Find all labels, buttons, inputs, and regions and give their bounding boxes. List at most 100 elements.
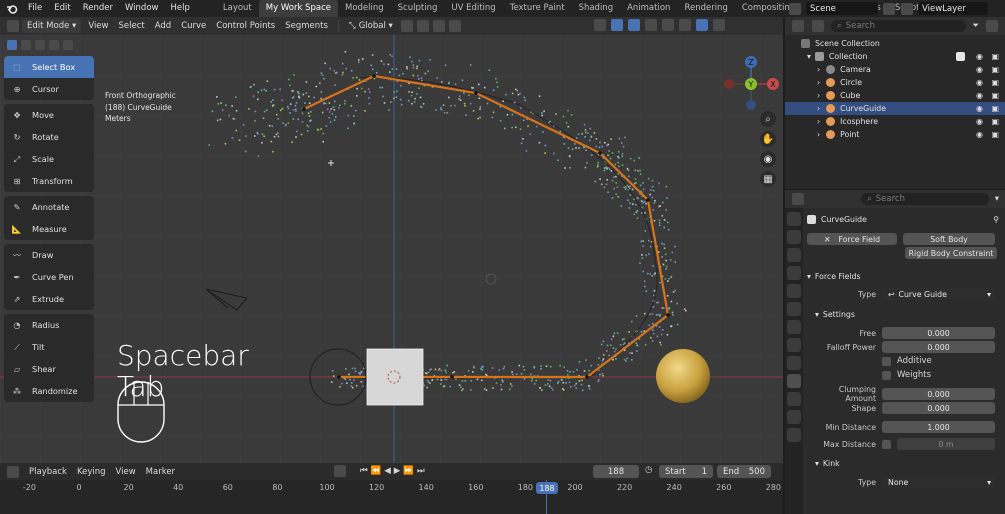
control-point[interactable] <box>646 198 650 202</box>
prev-keyframe-icon[interactable]: ⏪ <box>371 466 382 476</box>
timeline-editor-icon[interactable] <box>7 465 19 478</box>
camera-view-icon[interactable]: ◉ <box>760 151 776 167</box>
chevron-right-icon[interactable]: › <box>817 65 820 74</box>
3d-viewport[interactable]: ⬚ Select Box ⊕ Cursor ✥ Move ↻ Rotate ⤢ Scale ⊞ Tra… <box>0 35 783 463</box>
snap-icon[interactable] <box>416 20 429 32</box>
tool-scale[interactable]: ⤢ Scale <box>4 148 94 170</box>
icosphere-object[interactable] <box>656 349 710 403</box>
eye-icon[interactable]: ◉ <box>976 91 983 100</box>
menu-file[interactable]: File <box>22 0 48 17</box>
view-layer-icon[interactable] <box>901 2 913 15</box>
jump-start-icon[interactable]: ⏮ <box>360 466 368 476</box>
clumping-amount-field[interactable]: 0.000 <box>882 388 995 400</box>
wireframe-shading-icon[interactable] <box>662 19 674 31</box>
proportional-edit-icon[interactable] <box>448 20 461 32</box>
pivot-icon[interactable] <box>400 20 413 32</box>
timeline-menu-keying[interactable]: Keying <box>72 465 111 479</box>
zoom-icon[interactable]: ⌕ <box>760 111 776 127</box>
output-tab-icon[interactable] <box>787 248 801 262</box>
tool-randomize[interactable]: ⁂ Randomize <box>4 380 94 402</box>
blender-logo-icon[interactable] <box>6 3 18 15</box>
eye-icon[interactable]: ◉ <box>976 117 983 126</box>
render-icon[interactable]: ▣ <box>991 91 999 100</box>
world-tab-icon[interactable] <box>787 302 801 316</box>
display-mode-icon[interactable] <box>812 20 824 32</box>
render-tab-icon[interactable] <box>787 230 801 244</box>
menu-render[interactable]: Render <box>77 0 119 17</box>
outliner-item-circle[interactable]: › Circle ◉ ▣ <box>785 76 1005 89</box>
settings-section-header[interactable]: ▾ Settings <box>807 307 1003 322</box>
start-frame-field[interactable]: Start 1 <box>659 465 713 478</box>
outliner-item-curveguide[interactable]: › CurveGuide ◉ ▣ <box>785 102 1005 115</box>
jump-end-icon[interactable]: ⏭ <box>417 466 425 476</box>
select-invert-icon[interactable] <box>49 40 59 50</box>
menu-window[interactable]: Window <box>119 0 165 17</box>
render-icon[interactable]: ▣ <box>991 52 999 61</box>
collection-checkbox[interactable] <box>956 52 965 61</box>
control-point[interactable] <box>598 151 602 155</box>
scene-collection-row[interactable]: Scene Collection <box>785 37 1005 50</box>
material-tab-icon[interactable] <box>787 428 801 442</box>
tab-sculpting[interactable]: Sculpting <box>391 0 445 17</box>
rigid-body-constraint-button[interactable]: Rigid Body Constraint <box>905 247 997 259</box>
playhead[interactable]: 188 <box>536 482 558 494</box>
pin-icon[interactable]: ⚲ <box>993 215 999 224</box>
chevron-right-icon[interactable]: › <box>817 78 820 87</box>
viewport-menu-segments[interactable]: Segments <box>280 19 333 33</box>
tab-shading[interactable]: Shading <box>572 0 621 17</box>
current-frame-field[interactable]: 188 <box>593 465 639 478</box>
max-distance-checkbox[interactable] <box>882 439 891 449</box>
tool-move[interactable]: ✥ Move <box>4 104 94 126</box>
physics-tab-icon[interactable] <box>787 374 801 388</box>
outliner-item-point[interactable]: › Point ◉ ▣ <box>785 128 1005 141</box>
tab-animation[interactable]: Animation <box>620 0 677 17</box>
control-point[interactable] <box>666 313 670 317</box>
outliner-item-icosphere[interactable]: › Icosphere ◉ ▣ <box>785 115 1005 128</box>
additive-checkbox[interactable] <box>882 356 891 366</box>
tool-cursor[interactable]: ⊕ Cursor <box>4 78 94 100</box>
select-intersect-icon[interactable] <box>63 40 73 50</box>
mode-selector[interactable]: Edit Mode ▾ <box>22 19 82 33</box>
record-icon[interactable] <box>334 465 346 477</box>
grid-view-icon[interactable]: ▦ <box>760 171 776 187</box>
eye-icon[interactable]: ◉ <box>976 130 983 139</box>
outliner-editor-icon[interactable] <box>792 20 804 32</box>
menu-edit[interactable]: Edit <box>48 0 76 17</box>
tab-texture-paint[interactable]: Texture Paint <box>503 0 572 17</box>
control-point[interactable] <box>474 91 478 95</box>
end-frame-field[interactable]: End 500 <box>717 465 771 478</box>
object-tab-icon[interactable] <box>787 338 801 352</box>
play-icon[interactable]: ▶ <box>394 466 401 476</box>
clock-icon[interactable]: ◷ <box>645 465 652 475</box>
control-point[interactable] <box>337 375 341 379</box>
scene-selector[interactable]: Scene <box>806 2 878 15</box>
timeline-area[interactable]: -20 0 20 40 60 80 100 120 140 160 180 200 220 240 260 2… <box>0 480 783 514</box>
collection-row[interactable]: ▾ Collection ◉ ▣ <box>785 50 1005 63</box>
navigation-gizmo[interactable]: Z X Y <box>722 55 780 113</box>
view-layer-tab-icon[interactable] <box>787 266 801 280</box>
kink-type-dropdown[interactable]: None ▾ <box>882 476 995 488</box>
chevron-right-icon[interactable]: › <box>817 104 820 113</box>
render-icon[interactable]: ▣ <box>991 130 999 139</box>
select-new-icon[interactable] <box>7 40 17 50</box>
modifier-tab-icon[interactable] <box>787 356 801 370</box>
tool-draw[interactable]: 〰 Draw <box>4 244 94 266</box>
chevron-right-icon[interactable]: › <box>817 130 820 139</box>
select-subtract-icon[interactable] <box>35 40 45 50</box>
collection-tab-icon[interactable] <box>787 320 801 334</box>
viewport-menu-view[interactable]: View <box>83 19 113 33</box>
tab-modeling[interactable]: Modeling <box>338 0 391 17</box>
scene-tab-icon[interactable] <box>787 284 801 298</box>
outliner-item-camera[interactable]: › Camera ◉ ▣ <box>785 63 1005 76</box>
tool-annotate[interactable]: ✎ Annotate <box>4 196 94 218</box>
free-field[interactable]: 0.000 <box>882 327 995 339</box>
timeline-menu-playback[interactable]: Playback <box>24 465 72 479</box>
soft-body-button[interactable]: Soft Body <box>903 233 995 245</box>
min-distance-field[interactable]: 1.000 <box>882 421 995 433</box>
editor-type-icon[interactable] <box>7 20 19 32</box>
scene-icon[interactable] <box>789 2 801 15</box>
orientation-selector[interactable]: ⤡ Global ▾ <box>344 19 398 33</box>
tool-radius[interactable]: ◔ Radius <box>4 314 94 336</box>
viewport-menu-add[interactable]: Add <box>150 19 176 33</box>
eye-icon[interactable]: ◉ <box>976 65 983 74</box>
